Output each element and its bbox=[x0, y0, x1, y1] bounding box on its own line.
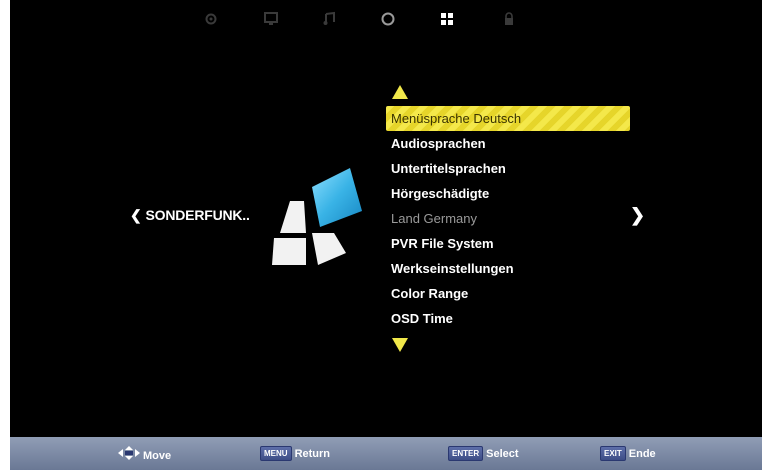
apps-icon[interactable] bbox=[436, 8, 458, 30]
tv-screen: ❮ SONDERFUNK.. Menüsprache Deutsch Audios… bbox=[10, 0, 762, 470]
menu-item-audiosprachen[interactable]: Audiosprachen bbox=[386, 131, 630, 156]
exit-key-badge: EXIT bbox=[600, 446, 626, 461]
chevron-left-icon[interactable]: ❮ bbox=[130, 207, 142, 223]
move-arrows-icon bbox=[118, 446, 140, 465]
option-menu: Menüsprache Deutsch Audiosprachen Untert… bbox=[386, 106, 630, 331]
menu-item-untertitelsprachen[interactable]: Untertitelsprachen bbox=[386, 156, 630, 181]
hint-label: Select bbox=[486, 447, 519, 460]
option-logo-icon bbox=[262, 165, 372, 275]
hint-label: Return bbox=[294, 447, 331, 460]
menu-key-badge: MENU bbox=[260, 446, 292, 461]
source-name: SONDERFUNK.. bbox=[145, 207, 250, 223]
hint-return: MENU Return bbox=[260, 446, 330, 461]
menu-item-pvr-file-system[interactable]: PVR File System bbox=[386, 231, 630, 256]
menu-item-menusprache[interactable]: Menüsprache Deutsch bbox=[386, 106, 630, 131]
hint-exit: EXIT Ende bbox=[600, 446, 656, 461]
menu-item-hoergeschaedigte[interactable]: Hörgeschädigte bbox=[386, 181, 630, 206]
scroll-up-arrow-icon[interactable] bbox=[391, 83, 409, 101]
source-label[interactable]: ❮ SONDERFUNK.. bbox=[130, 207, 250, 224]
menu-item-werkseinstellungen[interactable]: Werkseinstellungen bbox=[386, 256, 630, 281]
menu-item-color-range[interactable]: Color Range bbox=[386, 281, 630, 306]
circle-icon[interactable] bbox=[377, 8, 399, 30]
bottom-hint-bar: Move MENU Return ENTER Select EXIT Ende bbox=[10, 437, 762, 470]
menu-item-land: Land Germany bbox=[391, 211, 477, 226]
picture-icon[interactable] bbox=[260, 8, 282, 30]
settings-icon[interactable] bbox=[200, 8, 222, 30]
lock-icon[interactable] bbox=[498, 8, 520, 30]
music-icon[interactable] bbox=[318, 8, 340, 30]
chevron-right-icon[interactable]: ❯ bbox=[630, 205, 645, 226]
hint-label: Ende bbox=[628, 447, 656, 460]
top-navigation bbox=[10, 6, 762, 32]
hint-select: ENTER Select bbox=[448, 446, 519, 461]
menu-item-osd-time[interactable]: OSD Time bbox=[386, 306, 630, 331]
enter-key-badge: ENTER bbox=[448, 446, 484, 461]
scroll-down-arrow-icon[interactable] bbox=[391, 336, 409, 354]
hint-label: Move bbox=[143, 449, 172, 462]
hint-move: Move bbox=[118, 446, 171, 465]
